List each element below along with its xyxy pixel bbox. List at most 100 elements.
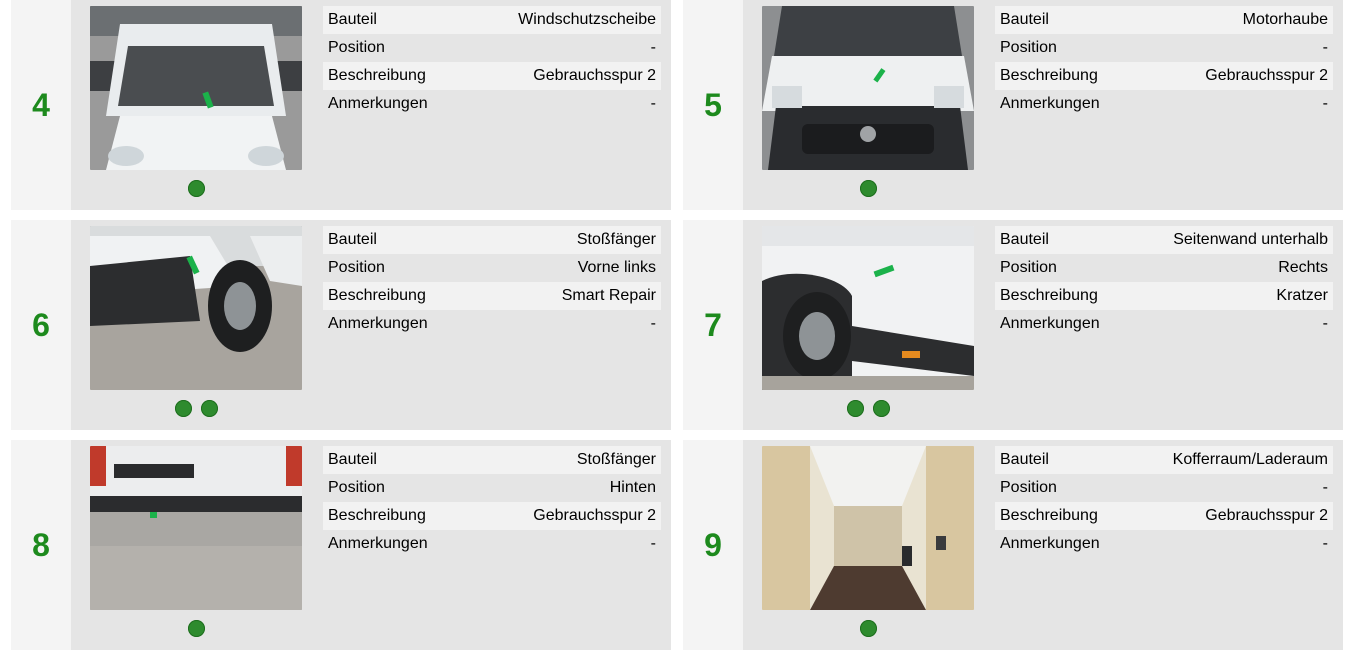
detail-row-bauteil: Bauteil Stoßfänger <box>323 226 661 254</box>
damage-card: 5 Bauteil Motorhaube Position - Beschrei… <box>683 0 1343 210</box>
photo-dot-2[interactable] <box>872 400 890 417</box>
damage-card: 6 Bauteil Stoßfänger Position Vorne link… <box>11 220 671 430</box>
detail-label: Beschreibung <box>1000 67 1098 84</box>
detail-value: - <box>1322 95 1328 112</box>
detail-label: Position <box>328 479 385 496</box>
photo-pagination-dots <box>762 400 974 418</box>
detail-value: Kratzer <box>1276 287 1328 304</box>
damage-number-column: 4 <box>11 0 71 210</box>
detail-value: Vorne links <box>577 259 656 276</box>
detail-row-position: Position - <box>995 474 1333 502</box>
damage-photo[interactable] <box>762 446 974 610</box>
damage-number-column: 6 <box>11 220 71 430</box>
detail-label: Position <box>328 259 385 276</box>
detail-label: Position <box>1000 39 1057 56</box>
damage-card: 7 Bauteil Seitenwand unterhalb Position … <box>683 220 1343 430</box>
damage-photo[interactable] <box>90 446 302 610</box>
photo-dot-1[interactable] <box>846 400 864 417</box>
detail-value: Seitenwand unterhalb <box>1173 231 1328 248</box>
detail-value: - <box>1322 39 1328 56</box>
detail-row-beschreibung: Beschreibung Gebrauchsspur 2 <box>995 62 1333 90</box>
damage-number: 9 <box>704 526 722 563</box>
detail-label: Beschreibung <box>1000 287 1098 304</box>
damage-card: 9 Bauteil Kofferraum/Laderaum Position -… <box>683 440 1343 650</box>
detail-value: - <box>1322 479 1328 496</box>
damage-photo[interactable] <box>762 226 974 390</box>
photo-dot-1[interactable] <box>187 180 205 197</box>
detail-row-anmerkungen: Anmerkungen - <box>323 310 661 338</box>
photo-dot-1[interactable] <box>174 400 192 417</box>
detail-value: Motorhaube <box>1242 11 1328 28</box>
detail-row-position: Position Rechts <box>995 254 1333 282</box>
damage-card: 8 Bauteil Stoßfänger Position Hinten Bes… <box>11 440 671 650</box>
detail-value: Gebrauchsspur 2 <box>1205 507 1328 524</box>
detail-value: Rechts <box>1278 259 1328 276</box>
photo-pagination-dots <box>90 180 302 198</box>
photo-pagination-dots <box>90 400 302 418</box>
damage-number-column: 7 <box>683 220 743 430</box>
damage-number: 7 <box>704 306 722 343</box>
photo-dot-2[interactable] <box>200 400 218 417</box>
damage-details: Bauteil Kofferraum/Laderaum Position - B… <box>995 446 1333 558</box>
damage-photo[interactable] <box>762 6 974 170</box>
damage-card: 4 Bauteil Windschutzscheibe Position - B… <box>11 0 671 210</box>
detail-value: Stoßfänger <box>576 231 656 248</box>
detail-value: Hinten <box>609 479 656 496</box>
damage-details: Bauteil Stoßfänger Position Hinten Besch… <box>323 446 661 558</box>
detail-label: Beschreibung <box>328 67 426 84</box>
detail-row-anmerkungen: Anmerkungen - <box>323 90 661 118</box>
detail-label: Bauteil <box>328 231 377 248</box>
detail-label: Anmerkungen <box>328 95 428 112</box>
detail-label: Anmerkungen <box>1000 535 1100 552</box>
detail-row-anmerkungen: Anmerkungen - <box>995 310 1333 338</box>
detail-label: Anmerkungen <box>328 315 428 332</box>
detail-value: - <box>650 315 656 332</box>
detail-value: Gebrauchsspur 2 <box>533 67 656 84</box>
detail-row-position: Position - <box>323 34 661 62</box>
damage-number: 4 <box>32 86 50 123</box>
detail-row-anmerkungen: Anmerkungen - <box>995 90 1333 118</box>
detail-value: - <box>1322 315 1328 332</box>
detail-row-anmerkungen: Anmerkungen - <box>323 530 661 558</box>
detail-row-beschreibung: Beschreibung Gebrauchsspur 2 <box>323 502 661 530</box>
photo-dot-1[interactable] <box>859 180 877 197</box>
damage-report-grid: 4 Bauteil Windschutzscheibe Position - B… <box>11 0 1343 660</box>
detail-value: - <box>650 95 656 112</box>
damage-number: 5 <box>704 86 722 123</box>
detail-row-anmerkungen: Anmerkungen - <box>995 530 1333 558</box>
damage-details: Bauteil Motorhaube Position - Beschreibu… <box>995 6 1333 118</box>
detail-row-bauteil: Bauteil Seitenwand unterhalb <box>995 226 1333 254</box>
detail-value: - <box>1322 535 1328 552</box>
damage-photo[interactable] <box>90 226 302 390</box>
detail-row-position: Position Hinten <box>323 474 661 502</box>
damage-number: 8 <box>32 526 50 563</box>
detail-row-beschreibung: Beschreibung Smart Repair <box>323 282 661 310</box>
detail-label: Beschreibung <box>1000 507 1098 524</box>
detail-label: Bauteil <box>328 11 377 28</box>
photo-pagination-dots <box>762 620 974 638</box>
damage-details: Bauteil Seitenwand unterhalb Position Re… <box>995 226 1333 338</box>
photo-pagination-dots <box>762 180 974 198</box>
detail-label: Beschreibung <box>328 507 426 524</box>
detail-label: Bauteil <box>328 451 377 468</box>
photo-dot-1[interactable] <box>859 620 877 637</box>
detail-row-beschreibung: Beschreibung Kratzer <box>995 282 1333 310</box>
detail-value: Windschutzscheibe <box>518 11 656 28</box>
damage-number-column: 8 <box>11 440 71 650</box>
detail-label: Bauteil <box>1000 231 1049 248</box>
detail-value: Stoßfänger <box>576 451 656 468</box>
detail-row-position: Position - <box>995 34 1333 62</box>
detail-value: - <box>650 39 656 56</box>
detail-value: Gebrauchsspur 2 <box>533 507 656 524</box>
damage-photo[interactable] <box>90 6 302 170</box>
detail-value: Gebrauchsspur 2 <box>1205 67 1328 84</box>
photo-dot-1[interactable] <box>187 620 205 637</box>
detail-row-bauteil: Bauteil Motorhaube <box>995 6 1333 34</box>
damage-number-column: 5 <box>683 0 743 210</box>
detail-row-beschreibung: Beschreibung Gebrauchsspur 2 <box>323 62 661 90</box>
damage-details: Bauteil Stoßfänger Position Vorne links … <box>323 226 661 338</box>
damage-number: 6 <box>32 306 50 343</box>
detail-row-position: Position Vorne links <box>323 254 661 282</box>
detail-label: Beschreibung <box>328 287 426 304</box>
photo-pagination-dots <box>90 620 302 638</box>
